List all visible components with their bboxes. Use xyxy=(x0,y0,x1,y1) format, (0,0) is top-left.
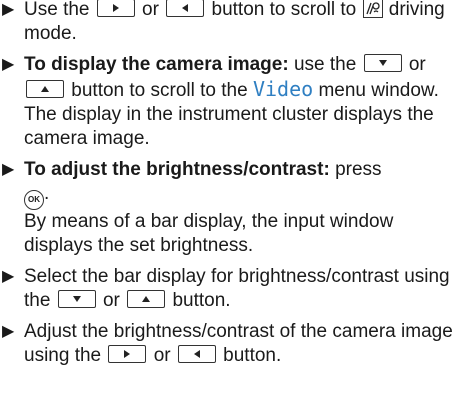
up-arrow-button-icon xyxy=(26,80,64,98)
instruction-list: ▶ Use the or button to scroll to driving… xyxy=(0,0,458,375)
or-text: or xyxy=(408,54,426,75)
left-arrow-button-icon xyxy=(166,0,205,17)
step-note: By means of a bar display, the input win… xyxy=(24,211,394,256)
video-menu-label: Video xyxy=(252,77,314,101)
or-text: or xyxy=(153,345,171,366)
step-text: menu window. xyxy=(318,80,439,101)
left-arrow-button-icon xyxy=(177,345,216,363)
parking-camera-icon xyxy=(362,0,383,18)
bullet-icon: ▶ xyxy=(2,56,15,73)
step-text: . xyxy=(44,183,50,204)
or-text: or xyxy=(102,290,120,311)
step-note: The display in the instrument cluster di… xyxy=(24,104,434,149)
step-adjust-camera-image: ▶ Adjust the brightness/contrast of the … xyxy=(0,320,458,368)
bullet-icon: ▶ xyxy=(2,1,15,18)
step-text: press xyxy=(335,159,382,180)
step-scroll-driving-mode: ▶ Use the or button to scroll to driving… xyxy=(0,0,458,46)
up-arrow-button-icon xyxy=(127,290,166,308)
step-display-camera-image: ▶ To display the camera image: use the o… xyxy=(0,53,458,151)
step-text: button. xyxy=(223,345,282,366)
step-select-bar-display: ▶ Select the bar display for brightness/… xyxy=(0,265,458,313)
ok-button-icon: OK xyxy=(24,190,44,210)
step-heading: To display the camera image: xyxy=(24,54,289,75)
step-text: button to scroll to xyxy=(211,0,357,20)
down-arrow-button-icon xyxy=(363,54,402,72)
step-heading: To adjust the brightness/contrast: xyxy=(24,159,330,180)
step-text: button to scroll to the xyxy=(71,80,248,101)
step-adjust-brightness: ▶ To adjust the brightness/contrast: pre… xyxy=(0,158,458,258)
bullet-icon: ▶ xyxy=(2,323,15,340)
bullet-icon: ▶ xyxy=(2,161,15,178)
down-arrow-button-icon xyxy=(57,290,96,308)
step-text: use the xyxy=(293,54,357,75)
right-arrow-button-icon xyxy=(108,345,147,363)
step-text: button. xyxy=(172,290,231,311)
right-arrow-button-icon xyxy=(96,0,135,17)
step-text: Use the xyxy=(24,0,90,20)
or-text: or xyxy=(142,0,159,20)
bullet-icon: ▶ xyxy=(2,268,15,285)
